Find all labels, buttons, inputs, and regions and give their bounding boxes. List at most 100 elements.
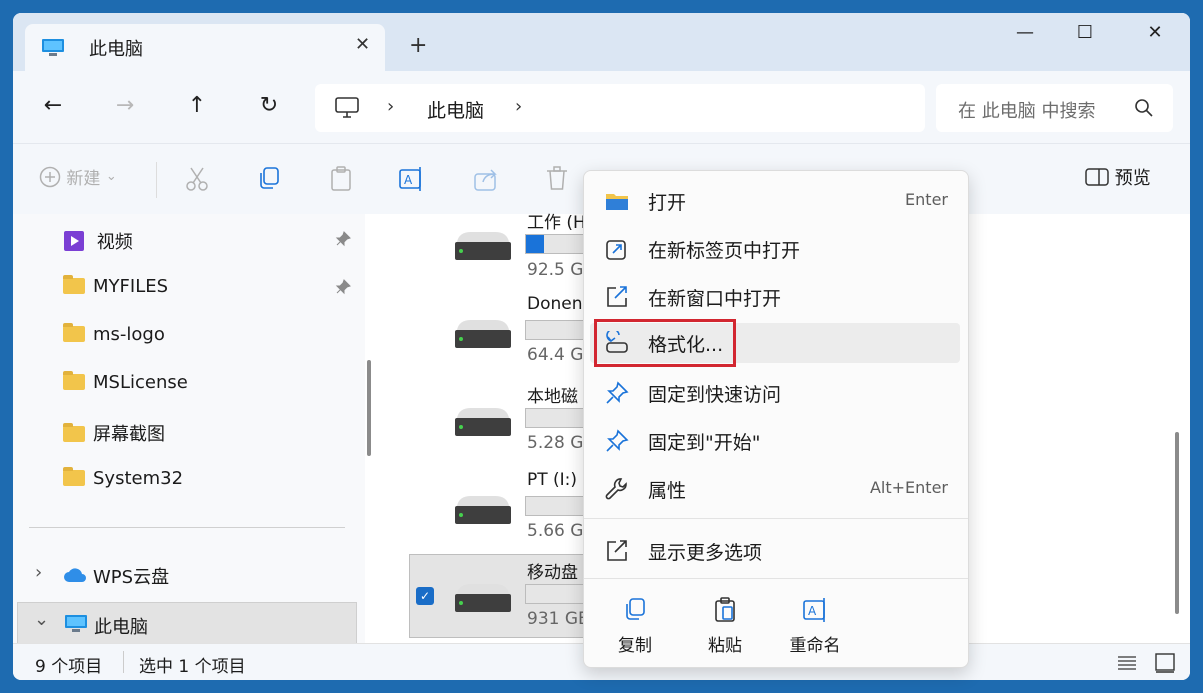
menu-item-pin-quick-access[interactable]: 固定到快速访问 xyxy=(590,373,960,413)
content-scrollbar[interactable] xyxy=(1175,432,1179,614)
tiles-view-icon[interactable] xyxy=(1155,653,1175,673)
menu-item-shortcut: Alt+Enter xyxy=(869,478,948,497)
tab-this-pc[interactable]: 此电脑 ✕ xyxy=(25,24,385,71)
minimize-button[interactable]: — xyxy=(1005,22,1045,52)
drive-name[interactable]: 本地磁 xyxy=(527,382,578,407)
drive-icon[interactable] xyxy=(451,580,515,620)
menu-item-open-new-window[interactable]: 在新窗口中打开 xyxy=(590,277,960,317)
refresh-button[interactable]: ↻ xyxy=(253,93,285,125)
wrench-icon xyxy=(605,478,627,500)
monitor-icon xyxy=(335,97,359,118)
sidebar-item-videos[interactable]: 视频 xyxy=(63,228,133,262)
show-more-options-icon xyxy=(607,540,627,561)
preview-pane-button[interactable]: 预览 xyxy=(1085,164,1151,190)
folder-icon xyxy=(63,467,85,486)
item-count: 9 个项目 xyxy=(35,657,103,677)
cut-icon[interactable] xyxy=(185,164,209,194)
pin-icon xyxy=(606,381,629,404)
menu-item-label: 显示更多选项 xyxy=(648,542,763,564)
paste-icon[interactable] xyxy=(329,164,353,194)
sidebar-scrollbar[interactable] xyxy=(367,360,371,456)
drive-usage-bar xyxy=(525,320,587,340)
search-input[interactable]: 在 此电脑 中搜索 xyxy=(958,97,1118,123)
video-folder-icon xyxy=(64,231,84,251)
paste-icon xyxy=(715,597,735,622)
drive-icon[interactable] xyxy=(451,404,515,444)
quick-action-label: 粘贴 xyxy=(708,636,742,656)
quick-action-rename[interactable]: A 重命名 xyxy=(780,593,850,659)
menu-item-pin-start[interactable]: 固定到"开始" xyxy=(590,421,960,461)
drive-name[interactable]: PT (I:) xyxy=(527,470,577,490)
pin-icon[interactable] xyxy=(335,279,351,299)
close-button[interactable]: ✕ xyxy=(1135,22,1175,52)
drive-size: 5.66 G xyxy=(527,521,584,541)
drive-name[interactable]: Donen xyxy=(527,294,583,314)
title-bar: 此电脑 ✕ + — ☐ ✕ xyxy=(13,13,1190,71)
delete-icon[interactable] xyxy=(545,164,569,194)
quick-action-label: 复制 xyxy=(618,636,652,656)
share-icon[interactable] xyxy=(473,164,499,194)
sidebar-item-this-pc[interactable]: ⌄ 此电脑 xyxy=(17,602,357,644)
sidebar-item-system32[interactable]: System32 xyxy=(63,467,184,502)
chevron-down-icon[interactable]: ⌄ xyxy=(34,609,49,630)
pin-icon[interactable] xyxy=(335,231,351,251)
menu-item-properties[interactable]: 属性 Alt+Enter xyxy=(590,469,960,509)
sidebar-item-myfiles[interactable]: MYFILES xyxy=(63,275,169,310)
sidebar-item-label: 视频 xyxy=(96,232,133,253)
folder-icon xyxy=(63,275,85,294)
copy-icon[interactable] xyxy=(257,164,281,194)
drive-size: 64.4 G xyxy=(527,345,584,365)
status-divider xyxy=(123,651,124,673)
open-new-window-icon xyxy=(607,286,627,307)
drive-name[interactable]: 移动盘 xyxy=(527,558,578,583)
chevron-right-icon[interactable]: › xyxy=(35,562,42,583)
details-view-icon[interactable] xyxy=(1117,654,1137,672)
tab-title: 此电脑 xyxy=(89,39,143,60)
back-button[interactable]: ← xyxy=(37,93,69,125)
drive-icon[interactable] xyxy=(451,492,515,532)
sidebar-item-label: MYFILES xyxy=(93,276,169,297)
new-button[interactable]: 新建 ⌄ xyxy=(39,164,117,194)
checkbox-checked-icon[interactable]: ✓ xyxy=(416,587,434,605)
new-tab-button[interactable]: + xyxy=(409,33,427,58)
svg-text:A: A xyxy=(404,173,413,187)
sidebar-item-ms-logo[interactable]: ms-logo xyxy=(63,323,165,358)
menu-item-open[interactable]: 打开 Enter xyxy=(590,181,960,221)
folder-icon xyxy=(63,423,85,442)
breadcrumb-chevron-icon[interactable]: › xyxy=(515,96,522,117)
context-menu: 打开 Enter 在新标签页中打开 在新窗口中打开 格式化... 固定到快速访问 xyxy=(583,170,969,668)
quick-action-copy[interactable]: 复制 xyxy=(600,593,670,659)
drive-usage-bar xyxy=(525,408,587,428)
up-button[interactable]: ↑ xyxy=(181,93,213,125)
rename-icon[interactable]: A xyxy=(399,164,425,194)
tab-close-icon[interactable]: ✕ xyxy=(355,34,370,55)
drive-icon[interactable] xyxy=(451,228,515,268)
drive-usage-bar xyxy=(525,584,587,604)
preview-label: 预览 xyxy=(1114,168,1151,189)
menu-item-open-new-tab[interactable]: 在新标签页中打开 xyxy=(590,229,960,269)
sidebar-item-wps-cloud[interactable]: › WPS云盘 xyxy=(17,555,355,595)
toolbar-divider xyxy=(156,162,157,198)
add-circle-icon xyxy=(39,166,61,187)
menu-item-label: 打开 xyxy=(648,192,687,214)
drive-size: 931 GB xyxy=(527,609,590,629)
search-box[interactable]: 在 此电脑 中搜索 xyxy=(936,84,1173,132)
drive-usage-bar xyxy=(525,234,587,254)
address-bar[interactable]: › 此电脑 › xyxy=(315,84,925,132)
computer-icon xyxy=(65,615,87,632)
breadcrumb-this-pc[interactable]: 此电脑 xyxy=(427,96,484,123)
menu-item-show-more[interactable]: 显示更多选项 xyxy=(590,531,960,571)
search-icon xyxy=(1135,99,1153,117)
quick-action-paste[interactable]: 粘贴 xyxy=(690,593,760,659)
drive-icon[interactable] xyxy=(451,316,515,356)
drive-usage-bar xyxy=(525,496,587,516)
breadcrumb-chevron-icon[interactable]: › xyxy=(387,96,394,117)
sidebar-item-mslicense[interactable]: MSLicense xyxy=(63,371,188,406)
forward-button[interactable]: → xyxy=(109,93,141,125)
sidebar-item-label: System32 xyxy=(93,468,184,489)
navigation-bar: ← → ↑ ↻ › 此电脑 › 在 此电脑 中搜索 xyxy=(13,71,1190,143)
menu-item-label: 在新标签页中打开 xyxy=(648,240,801,262)
maximize-button[interactable]: ☐ xyxy=(1065,22,1105,52)
sidebar-item-screenshots[interactable]: 屏幕截图 xyxy=(63,420,165,454)
copy-icon xyxy=(626,598,645,620)
